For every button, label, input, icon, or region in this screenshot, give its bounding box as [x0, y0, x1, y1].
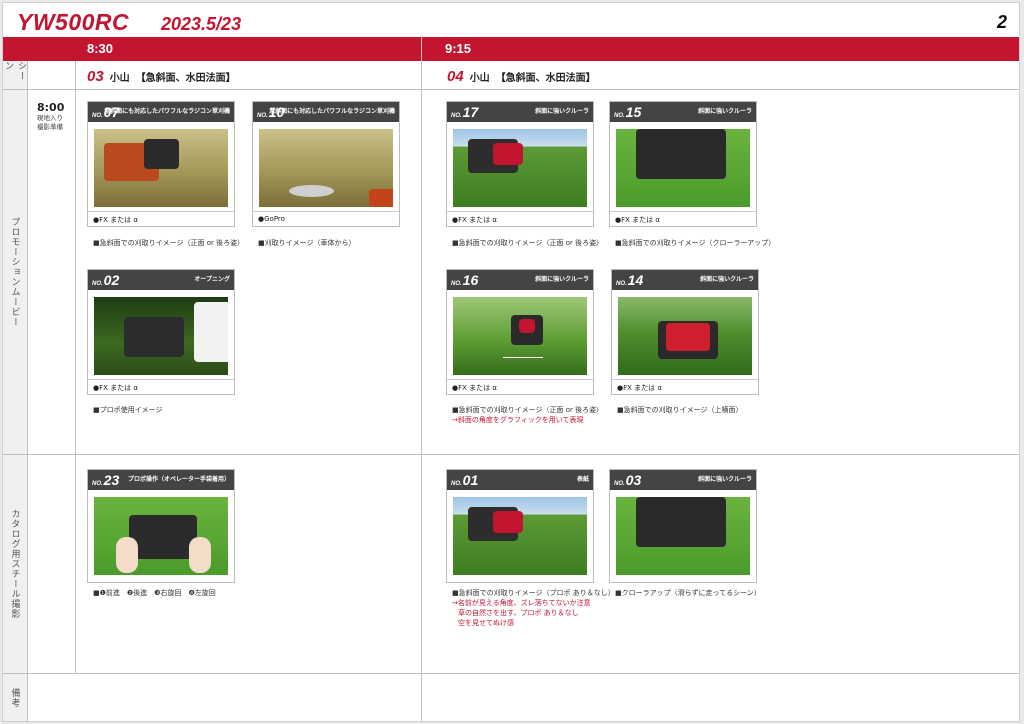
shot-card-17: NO.17 斜面に強いクルーラ ●FX または α [446, 101, 594, 227]
time-right: 9:15 [445, 41, 472, 56]
scene-number: 03 [87, 68, 104, 85]
shot-card-23: NO.23 プロポ操作（オペレーター手袋着用） [87, 469, 235, 583]
shot-card-01: NO.01 表紙 [446, 469, 594, 583]
shot-photo [453, 497, 587, 575]
scene-label: シーン [3, 61, 26, 81]
shot-photo [616, 497, 750, 575]
scene-number: 04 [447, 68, 464, 85]
shot-photo [453, 129, 587, 207]
time-left: 8:30 [87, 41, 114, 56]
camera-note: ●FX または α [447, 211, 593, 226]
shot-number: NO.14 [616, 272, 644, 288]
shot-card-15: NO.15 斜面に強いクルーラ ●FX または α [609, 101, 757, 227]
shot-photo [618, 297, 752, 375]
product-title: YW500RC [17, 9, 130, 35]
shot-caption: 急斜面にも対応したパワフルなラジコン草刈機 [104, 108, 230, 115]
shot-description: ■急斜面での刈取りイメージ（プロポ あり＆なし） →名前が見える角度、ズレ落ちて… [452, 589, 615, 627]
shot-number: NO.16 [451, 272, 479, 288]
camera-note: ●FX または α [447, 379, 593, 394]
schedule-note: 現地入り [37, 114, 63, 122]
shot-number: NO.02 [92, 272, 120, 288]
schedule-note: 撮影準備 [37, 123, 63, 131]
shot-card-16: NO.16 斜面に強いクルーラ ●FX または α [446, 269, 594, 395]
shot-caption: 斜面に強いクルーラ [700, 276, 754, 283]
shot-description: ■❶前進 ❷後進 ❸右旋回 ❹左旋回 [93, 589, 216, 597]
time-header-bar [3, 37, 1019, 61]
shot-description: ■刈取りイメージ（車体から） [258, 239, 356, 247]
shoot-date: 2023.5/23 [161, 14, 242, 34]
shot-photo [453, 297, 587, 375]
grid-line [27, 61, 28, 721]
grid-line [3, 673, 1019, 674]
shot-caption: 急斜面にも対応したパワフルなラジコン草刈機 [269, 108, 395, 115]
shot-photo [94, 497, 228, 575]
shot-description: ■急斜面での刈取りイメージ（正面 or 後ろ姿） [93, 239, 245, 247]
shot-caption: オープニング [194, 276, 230, 283]
scene-place: 小山 [469, 73, 490, 84]
shot-photo [259, 129, 393, 207]
notes-row-label: 備考 [9, 687, 20, 708]
schedule-notes: 現地入り 撮影準備 [37, 114, 63, 132]
shot-number: NO.15 [614, 104, 642, 120]
shot-photo [94, 129, 228, 207]
scene-desc: 【急斜面、水田法面】 [135, 73, 236, 84]
scene-left: 03 小山 【急斜面、水田法面】 [87, 68, 236, 85]
camera-note: ●GoPro [253, 211, 399, 226]
shot-caption: 斜面に強いクルーラ [698, 108, 752, 115]
shot-caption: プロポ操作（オペレーター手袋着用） [127, 476, 230, 483]
scene-right: 04 小山 【急斜面、水田法面】 [447, 68, 596, 85]
scene-place: 小山 [109, 73, 130, 84]
shot-caption: 斜面に強いクルーラ [698, 476, 752, 483]
shot-card-10: NO.10 急斜面にも対応したパワフルなラジコン草刈機 ●GoPro [252, 101, 400, 227]
shot-card-02: NO.02 オープニング ●FX または α [87, 269, 235, 395]
camera-note: ●FX または α [612, 379, 758, 394]
shot-number: NO.17 [451, 104, 479, 120]
page-number: 2 [996, 12, 1007, 32]
shot-description: ■プロポ使用イメージ [93, 406, 163, 414]
shot-description: ■急斜面での刈取りイメージ（上横面） [617, 406, 743, 414]
scene-desc: 【急斜面、水田法面】 [495, 73, 596, 84]
grid-line [3, 454, 1019, 455]
shot-photo [94, 297, 228, 375]
grid-line [421, 37, 422, 721]
promo-row-label: プロモーションムービー [9, 217, 20, 327]
shot-number: NO.03 [614, 472, 642, 488]
shot-photo [616, 129, 750, 207]
shot-caption: 表紙 [576, 476, 589, 483]
camera-note: ●FX または α [88, 379, 234, 394]
storyboard-page: YW500RC 2023.5/23 2 8:30 9:15 シーン プロモーショ… [2, 2, 1020, 722]
shot-description: ■急斜面での刈取りイメージ（正面 or 後ろ姿） →斜面の角度をグラフィックを用… [452, 406, 604, 424]
shot-number: NO.01 [451, 472, 479, 488]
catalog-row-label: カタログ用スチール撮影 [9, 509, 20, 619]
grid-line [3, 89, 1019, 90]
schedule-time: 8:00 [37, 101, 65, 114]
grid-line [75, 61, 76, 673]
shot-card-03: NO.03 斜面に強いクルーラ [609, 469, 757, 583]
camera-note: ●FX または α [88, 211, 234, 226]
shot-caption: 斜面に強いクルーラ [535, 108, 589, 115]
shot-number: NO.23 [92, 472, 120, 488]
shot-card-14: NO.14 斜面に強いクルーラ ●FX または α [611, 269, 759, 395]
shot-caption: 斜面に強いクルーラ [535, 276, 589, 283]
shot-card-07: NO.07 急斜面にも対応したパワフルなラジコン草刈機 ●FX または α [87, 101, 235, 227]
shot-description: ■急斜面での刈取りイメージ（正面 or 後ろ姿） [452, 239, 604, 247]
camera-note: ●FX または α [610, 211, 756, 226]
shot-description: ■クローラアップ（滑らずに走ってるシーン） [615, 589, 761, 597]
shot-description: ■急斜面での刈取りイメージ（クローラーアップ） [615, 239, 776, 247]
